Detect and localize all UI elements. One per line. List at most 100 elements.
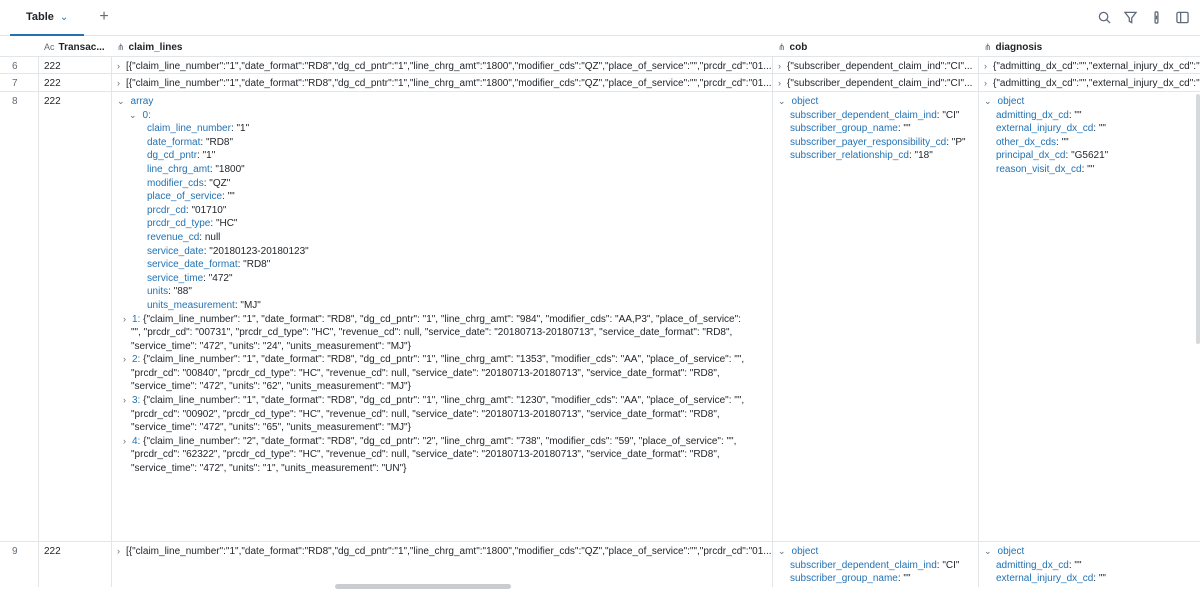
column-header-cob[interactable]: ⋔ cob [772, 37, 978, 57]
tree-node-item-collapsed[interactable]: › 2: {"claim_line_number": "1", "date_for… [111, 353, 749, 394]
tree-field: reason_visit_dx_cd: "" [996, 163, 1095, 175]
cell-transaction[interactable]: 222 [38, 542, 111, 559]
chevron-right-icon[interactable]: › [123, 314, 126, 324]
vertical-scrollbar[interactable] [1196, 94, 1200, 344]
field-value: "QZ" [209, 177, 231, 189]
table-row[interactable]: 7 222 › [{"claim_line_number":"1","date_f… [0, 74, 1200, 92]
field-value: "CI" [942, 109, 960, 121]
field-value: "1" [236, 123, 250, 135]
cell-cob[interactable]: › {"subscriber_dependent_claim_ind":"CI".… [772, 57, 978, 74]
cell-claim-lines-expanded[interactable]: ⌄ array ⌄ 0: claim_line_number: "1" date_fo… [111, 92, 772, 542]
field-value: "" [1098, 123, 1106, 135]
item-index: 2: [132, 354, 144, 366]
cell-value: {"subscriber_dependent_claim_ind":"CI"..… [787, 78, 973, 89]
cell-cob-expanded[interactable]: ⌄ object subscriber_dependent_claim_ind: … [772, 92, 978, 163]
table-row-expanded[interactable]: 8 222 ⌄ array ⌄ 0: claim_line_number: "1" d… [0, 92, 1200, 542]
field-key: place_of_service [147, 191, 223, 203]
field-key: service_time [147, 272, 204, 284]
field-key: line_chrg_amt [147, 163, 210, 175]
item-preview: {"claim_line_number": "2", "date_format"… [131, 435, 737, 475]
tree-node-label: object [997, 96, 1025, 107]
chevron-right-icon[interactable]: › [117, 546, 120, 556]
tree-node-object[interactable]: ⌄ object [778, 545, 972, 559]
field-value: "472" [208, 272, 233, 284]
tree-node-label: 0: [142, 109, 151, 121]
item-index: 3: [132, 395, 144, 407]
tree-field: subscriber_dependent_claim_ind: "CI" [790, 109, 960, 121]
cell-diagnosis-expanded[interactable]: ⌄ object admitting_dx_cd: "" external_inju… [978, 542, 1200, 586]
tree-field: claim_line_number: "1" [147, 123, 250, 135]
row-number: 9 [12, 546, 18, 557]
chevron-down-icon[interactable]: ⌄ [129, 110, 137, 120]
chevron-right-icon[interactable]: › [984, 61, 987, 71]
chevron-down-icon[interactable]: ⌄ [778, 96, 786, 106]
chevron-down-icon[interactable]: ⌄ [984, 546, 992, 556]
tree-node-array[interactable]: ⌄ array [117, 95, 766, 109]
field-value: "" [1061, 136, 1069, 148]
cell-claim-lines[interactable]: › [{"claim_line_number":"1","date_format"… [111, 57, 772, 74]
row-number: 8 [12, 96, 18, 107]
column-header-diagnosis[interactable]: ⋔ diagnosis [978, 37, 1200, 57]
tree-node-item-collapsed[interactable]: › 3: {"claim_line_number": "1", "date_for… [111, 394, 749, 435]
chevron-right-icon[interactable]: › [778, 78, 781, 88]
field-value: "01710" [191, 204, 227, 216]
cell-claim-lines[interactable]: › [{"claim_line_number":"1","date_format"… [111, 74, 772, 91]
field-value: "G5621" [1071, 150, 1109, 162]
item-index: 1: [132, 313, 144, 325]
field-key: service_date_format [147, 259, 238, 271]
tree-field: admitting_dx_cd: "" [996, 559, 1082, 571]
tree-node-label: object [791, 96, 819, 107]
chevron-right-icon[interactable]: › [778, 61, 781, 71]
item-preview: {"claim_line_number": "1", "date_format"… [131, 313, 741, 352]
filter-icon[interactable] [1122, 8, 1138, 26]
tree-field: service_date_format: "RD8" [147, 259, 271, 271]
cell-claim-lines[interactable]: › [{"claim_line_number":"1","date_format"… [111, 542, 772, 559]
field-key: other_dx_cds [996, 136, 1057, 148]
cell-transaction[interactable]: 222 [38, 92, 111, 109]
column-header-label: claim_lines [128, 41, 183, 53]
cell-cob[interactable]: › {"subscriber_dependent_claim_ind":"CI".… [772, 74, 978, 91]
chevron-right-icon[interactable]: › [123, 395, 126, 405]
chevron-down-icon[interactable]: ⌄ [778, 546, 786, 556]
more-vertical-icon[interactable] [1148, 8, 1164, 26]
tree-node-item-0[interactable]: ⌄ 0: [117, 109, 766, 123]
field-key: subscriber_group_name [790, 573, 898, 585]
cell-diagnosis[interactable]: › {"admitting_dx_cd":"","external_injury_… [978, 74, 1200, 91]
chevron-right-icon[interactable]: › [123, 436, 126, 446]
search-icon[interactable] [1096, 8, 1112, 26]
column-header-transaction[interactable]: Aᴄ Transac... [38, 37, 111, 57]
field-key: modifier_cds [147, 177, 204, 189]
cell-diagnosis[interactable]: › {"admitting_dx_cd":"","external_injury_… [978, 57, 1200, 74]
cell-transaction[interactable]: 222 [38, 57, 111, 74]
tree-field: prcdr_cd_type: "HC" [147, 218, 238, 230]
tree-node-object[interactable]: ⌄ object [778, 95, 972, 109]
cell-value: [{"claim_line_number":"1","date_format":… [126, 546, 772, 557]
tree-node-object[interactable]: ⌄ object [984, 95, 1194, 109]
tab-table[interactable]: Table ⌄ [10, 0, 85, 36]
chevron-down-icon[interactable]: ⌄ [117, 96, 125, 106]
table-row[interactable]: 6 222 › [{"claim_line_number":"1","date_f… [0, 57, 1200, 74]
tree-node-item-collapsed[interactable]: › 1: {"claim_line_number": "1", "date_for… [111, 313, 749, 354]
column-header-label: cob [789, 41, 808, 53]
cell-cob-expanded[interactable]: ⌄ object subscriber_dependent_claim_ind: … [772, 542, 978, 586]
horizontal-scrollbar[interactable] [335, 584, 511, 589]
row-number: 6 [12, 61, 18, 72]
item-0-fields: claim_line_number: "1" date_format: "RD8"… [117, 122, 766, 312]
tree-node-item-collapsed[interactable]: › 4: {"claim_line_number": "2", "date_for… [111, 435, 749, 476]
chevron-right-icon[interactable]: › [117, 61, 120, 71]
tree-node-object[interactable]: ⌄ object [984, 545, 1194, 559]
chevron-down-icon[interactable]: ⌄ [60, 12, 68, 23]
chevron-right-icon[interactable]: › [123, 354, 126, 364]
table-row[interactable]: 9 222 › [{"claim_line_number":"1","date_f… [0, 542, 1200, 587]
column-header-label: Transac... [58, 41, 105, 53]
column-header-claim-lines[interactable]: ⋔ claim_lines [111, 37, 772, 57]
chevron-right-icon[interactable]: › [984, 78, 987, 88]
cell-diagnosis-expanded[interactable]: ⌄ object admitting_dx_cd: "" external_inju… [978, 92, 1200, 177]
field-value: "RD8" [205, 136, 234, 148]
add-tab-button[interactable]: + [95, 8, 113, 26]
field-key: units_measurement [147, 299, 235, 311]
chevron-right-icon[interactable]: › [117, 78, 120, 88]
cell-transaction[interactable]: 222 [38, 74, 111, 91]
panel-icon[interactable] [1174, 8, 1190, 26]
chevron-down-icon[interactable]: ⌄ [984, 96, 992, 106]
